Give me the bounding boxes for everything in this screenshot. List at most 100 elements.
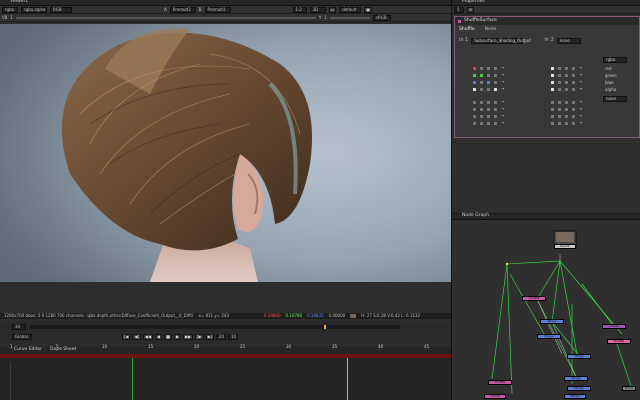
play-forward-button[interactable]: ▶: [173, 334, 181, 340]
graph-node[interactable]: Shuffle: [522, 296, 546, 301]
input-b-select[interactable]: Premult3: [204, 6, 231, 13]
channel-checkbox[interactable]: [473, 81, 476, 84]
channel-checkbox[interactable]: [565, 74, 568, 77]
channel-checkbox[interactable]: [494, 81, 497, 84]
node-name[interactable]: ShuffleSurface: [464, 18, 497, 24]
gain-slider[interactable]: [15, 16, 316, 19]
channel-checkbox[interactable]: [494, 108, 497, 111]
channel-checkbox[interactable]: [473, 67, 476, 70]
goto-end-button[interactable]: ▶|: [205, 334, 214, 340]
graph-node[interactable]: Shuffle: [607, 339, 631, 344]
channel-checkbox[interactable]: [480, 74, 483, 77]
colorspace-select[interactable]: RGB: [50, 6, 72, 13]
fps-field[interactable]: 24: [216, 334, 226, 340]
graph-node[interactable]: Shuffle: [488, 380, 512, 385]
global-range-select[interactable]: Global: [12, 334, 32, 340]
max-panels-field[interactable]: 5: [454, 6, 464, 13]
channel-checkbox[interactable]: [572, 67, 575, 70]
channel-checkbox[interactable]: [565, 81, 568, 84]
gamma-value[interactable]: 1: [324, 15, 327, 20]
input-a-select[interactable]: Premult2: [169, 6, 196, 13]
channel-checkbox[interactable]: [572, 88, 575, 91]
channel-checkbox[interactable]: [487, 122, 490, 125]
stop-button[interactable]: ■: [164, 334, 172, 340]
channel-checkbox[interactable]: [565, 122, 568, 125]
channel-checkbox[interactable]: [480, 101, 483, 104]
channel-checkbox[interactable]: [565, 88, 568, 91]
goto-start-button[interactable]: |◀: [122, 334, 131, 340]
in2-select[interactable]: none: [556, 37, 581, 44]
node-color-icon[interactable]: [458, 19, 461, 23]
channel-checkbox[interactable]: [551, 88, 554, 91]
viewer-image-canvas[interactable]: [0, 24, 451, 282]
dope-sheet-area[interactable]: 1 5 10 15 20 25 30 35 40 45: [0, 345, 451, 400]
fstop-value[interactable]: f/8: [2, 15, 7, 20]
channel-checkbox[interactable]: [572, 81, 575, 84]
timeline-scrubber[interactable]: [30, 325, 400, 329]
channel-checkbox[interactable]: [480, 108, 483, 111]
step-forward-button[interactable]: |▶: [195, 334, 204, 340]
view-mode-select[interactable]: 3D: [309, 6, 326, 13]
channel-checkbox[interactable]: [480, 81, 483, 84]
frame-value[interactable]: 1: [10, 15, 13, 20]
shuffle-channel-matrix[interactable]: → → → → → → → → → → → → → → → →: [455, 53, 640, 137]
playhead-marker[interactable]: [324, 325, 326, 329]
channel-checkbox[interactable]: [494, 115, 497, 118]
channel-checkbox[interactable]: [551, 74, 554, 77]
step-back-button[interactable]: ◀|: [132, 334, 141, 340]
graph-node[interactable]: Merge: [540, 319, 564, 324]
lock-icon[interactable]: ▣: [364, 6, 373, 13]
channel-checkbox[interactable]: [558, 67, 561, 70]
channel-checkbox[interactable]: [487, 74, 490, 77]
out-layer-select[interactable]: rgba: [603, 57, 627, 63]
roi-button[interactable]: ▭: [328, 6, 337, 13]
out2-select[interactable]: none: [603, 96, 627, 102]
clear-panels-button[interactable]: ✕: [467, 6, 475, 13]
graph-node[interactable]: Grade: [602, 324, 626, 329]
channel-checkbox[interactable]: [473, 108, 476, 111]
lut-select[interactable]: default: [339, 6, 362, 13]
viewer-tab[interactable]: Viewer1: [10, 0, 28, 5]
channel-checkbox[interactable]: [487, 88, 490, 91]
channel-checkbox[interactable]: [565, 108, 568, 111]
channel-checkbox[interactable]: [551, 81, 554, 84]
channel-checkbox[interactable]: [558, 88, 561, 91]
channel-checkbox[interactable]: [572, 74, 575, 77]
channel-checkbox[interactable]: [473, 122, 476, 125]
graph-node[interactable]: Merge: [537, 334, 561, 339]
channel-select[interactable]: rgba.alpha: [21, 6, 47, 13]
tab-shuffle[interactable]: Shuffle: [459, 27, 475, 33]
current-frame-field[interactable]: 34: [12, 324, 26, 330]
graph-node[interactable]: Read1: [554, 244, 576, 249]
channel-checkbox[interactable]: [494, 122, 497, 125]
channel-checkbox[interactable]: [572, 101, 575, 104]
display-select[interactable]: sRGB: [372, 14, 391, 21]
graph-node[interactable]: Merge: [567, 386, 591, 391]
channel-checkbox[interactable]: [487, 101, 490, 104]
graph-node[interactable]: Merge: [564, 376, 588, 381]
properties-tab[interactable]: Properties: [462, 0, 485, 5]
channel-checkbox[interactable]: [473, 115, 476, 118]
channel-checkbox[interactable]: [551, 122, 554, 125]
channel-checkbox[interactable]: [480, 115, 483, 118]
channel-checkbox[interactable]: [494, 101, 497, 104]
channel-checkbox[interactable]: [494, 67, 497, 70]
channel-checkbox[interactable]: [480, 88, 483, 91]
channel-checkbox[interactable]: [551, 101, 554, 104]
channel-checkbox[interactable]: [487, 115, 490, 118]
channel-checkbox[interactable]: [480, 67, 483, 70]
channel-checkbox[interactable]: [558, 122, 561, 125]
channel-checkbox[interactable]: [558, 74, 561, 77]
channel-checkbox[interactable]: [565, 115, 568, 118]
play-backward-button[interactable]: ◀: [155, 334, 163, 340]
channel-checkbox[interactable]: [473, 74, 476, 77]
channel-checkbox[interactable]: [558, 108, 561, 111]
graph-node[interactable]: Read: [622, 386, 636, 391]
channel-checkbox[interactable]: [558, 115, 561, 118]
channel-checkbox[interactable]: [558, 81, 561, 84]
channel-checkbox[interactable]: [487, 108, 490, 111]
channel-checkbox[interactable]: [480, 122, 483, 125]
graph-node[interactable]: Merge: [567, 354, 591, 359]
graph-node[interactable]: Grade: [484, 394, 506, 399]
channel-checkbox[interactable]: [551, 67, 554, 70]
